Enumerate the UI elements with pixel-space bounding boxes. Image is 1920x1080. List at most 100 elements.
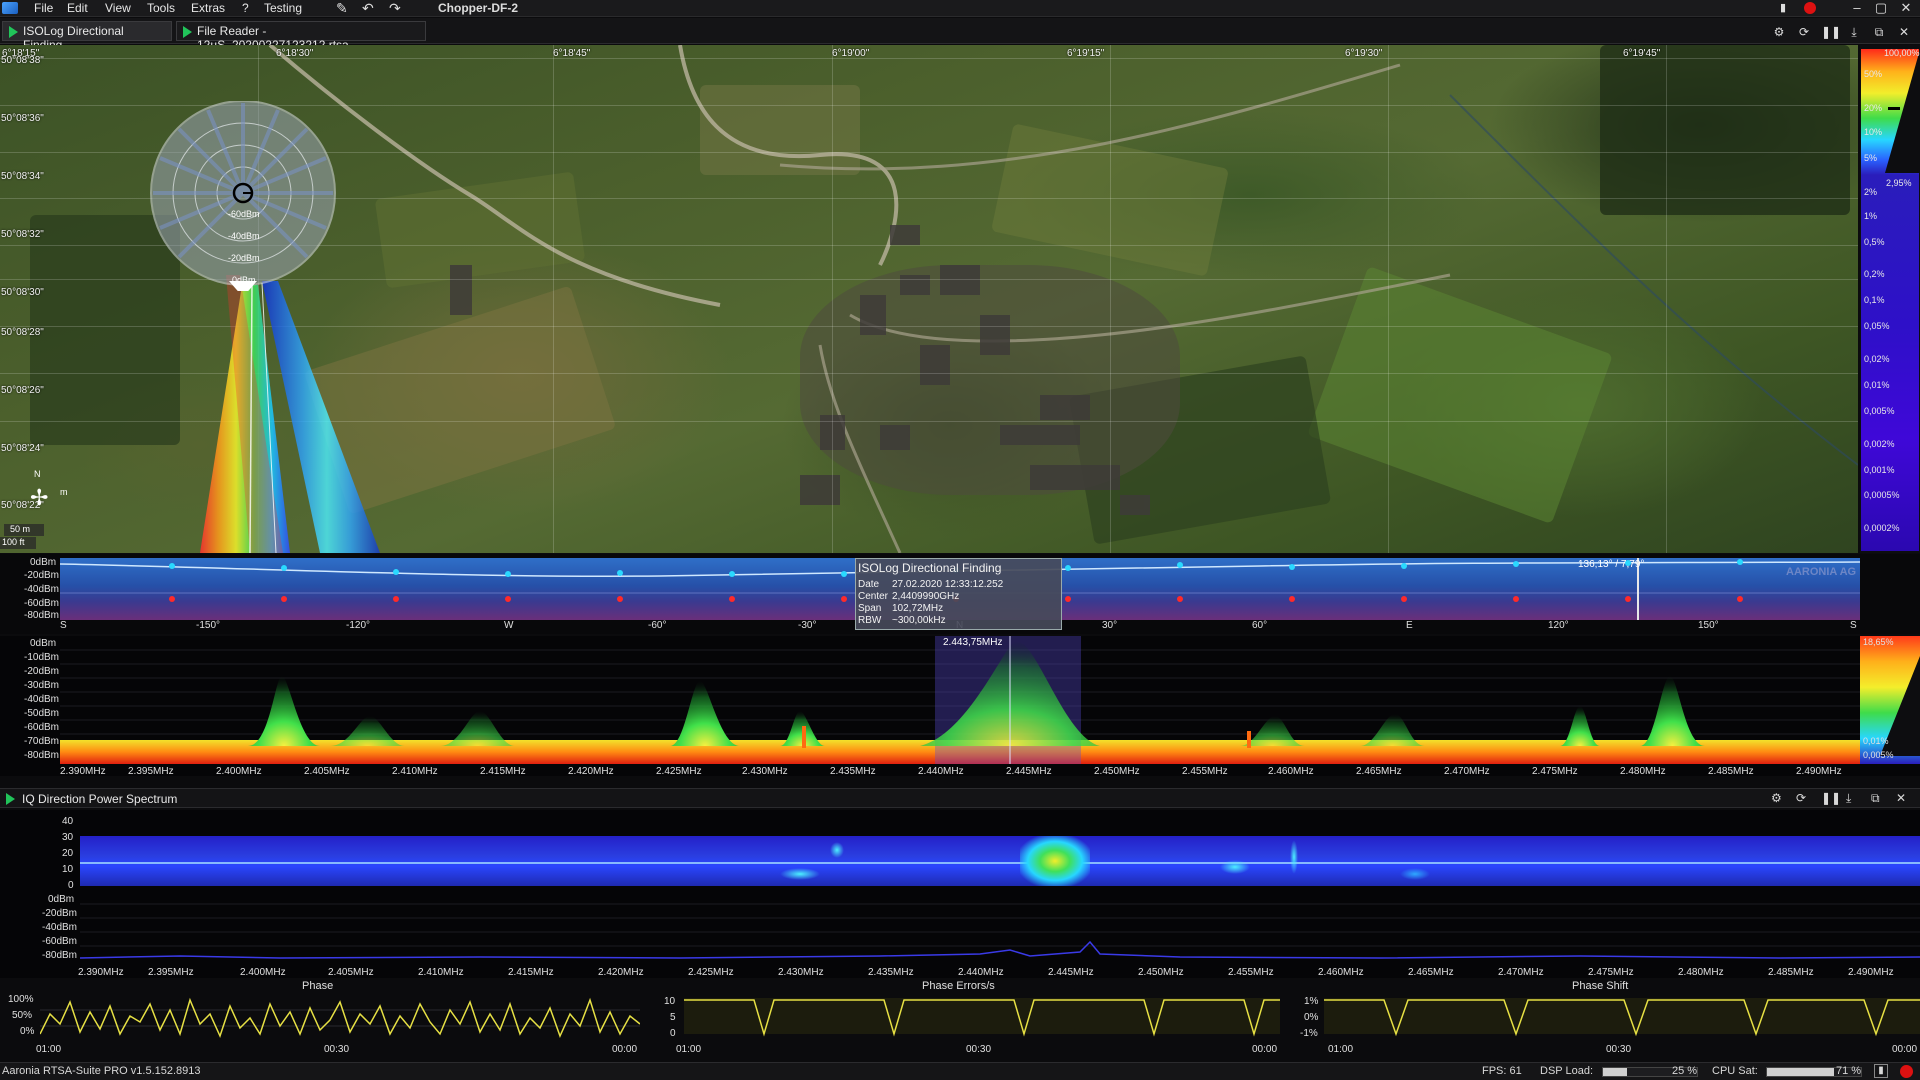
x-label: 2.460MHz xyxy=(1268,766,1314,777)
x-label: 2.435MHz xyxy=(868,967,914,978)
scale-label: 0,02% xyxy=(1864,354,1890,364)
x-label: 2.435MHz xyxy=(830,766,876,777)
app-logo-icon[interactable] xyxy=(2,2,18,14)
refresh-icon[interactable]: ⟳ xyxy=(1796,25,1812,39)
x-label: 2.450MHz xyxy=(1138,967,1184,978)
menu-edit[interactable]: Edit xyxy=(67,1,88,15)
y-label: 1% xyxy=(1304,996,1319,1007)
scale-label: 5% xyxy=(1864,153,1878,163)
block-tab-row: ISOLog Directional Finding File Reader -… xyxy=(0,18,1920,52)
phase-chart[interactable]: Phase 100% 50% 0% 01:00 00:30 00:00 xyxy=(0,980,640,1060)
x-label: 2.405MHz xyxy=(304,766,350,777)
x-label: 2.390MHz xyxy=(60,766,106,777)
phase-errors-chart[interactable]: Phase Errors/s 10 5 0 01:00 00:30 00:00 xyxy=(640,980,1280,1060)
x-label: 2.400MHz xyxy=(240,967,286,978)
x-label: 00:00 xyxy=(1892,1044,1918,1055)
x-label: 2.480MHz xyxy=(1620,766,1666,777)
play-icon[interactable] xyxy=(9,26,18,38)
tooltip-value: 2,4409990GHz xyxy=(892,591,960,602)
x-label: 2.490MHz xyxy=(1848,967,1894,978)
pause-icon[interactable]: ❚❚ xyxy=(1821,25,1841,39)
scale-label: 2,95% xyxy=(1886,178,1912,188)
scale-bar-ft: 100 ft xyxy=(0,537,36,549)
polar-ring-label: -60dBm xyxy=(228,209,260,219)
play-icon[interactable] xyxy=(6,793,15,805)
redo-icon[interactable]: ↷ xyxy=(389,0,401,17)
y-label: 10 xyxy=(664,996,676,1007)
x-label: 2.485MHz xyxy=(1708,766,1754,777)
menu-testing[interactable]: Testing xyxy=(264,1,302,15)
scale-label: 0,005% xyxy=(1864,406,1895,416)
detach-icon[interactable]: ⧉ xyxy=(1871,25,1887,39)
settings-icon[interactable]: ⚙ xyxy=(1771,25,1787,39)
settings-icon[interactable]: ⚙ xyxy=(1771,791,1782,805)
pause-icon[interactable]: ❚❚ xyxy=(1821,791,1841,805)
cpu-sat-value: 71 % xyxy=(1836,1065,1862,1077)
download-icon[interactable]: ⤓ xyxy=(1846,25,1862,39)
pencil-icon[interactable]: ✎ xyxy=(336,0,348,17)
scale-bar-m: 50 m xyxy=(10,524,31,534)
tooltip-key: RBW xyxy=(858,615,882,626)
phase-shift-chart[interactable]: Phase Shift 1% 0% -1% 01:00 00:30 00:00 xyxy=(1280,980,1920,1060)
refresh-icon[interactable]: ⟳ xyxy=(1796,791,1806,805)
close-panel-icon[interactable]: ✕ xyxy=(1896,791,1906,805)
dsp-load-label: DSP Load: xyxy=(1540,1065,1594,1077)
y-label: 50% xyxy=(12,1010,33,1021)
x-label: 60° xyxy=(1252,620,1268,631)
x-label: 2.470MHz xyxy=(1498,967,1544,978)
x-label: 30° xyxy=(1102,620,1118,631)
spectrum-display[interactable]: 2.443,75MHz 0dBm -10dBm -20dBm -30dBm -4… xyxy=(0,636,1920,776)
scale-bar-ft-label: 100 ft xyxy=(2,537,25,547)
x-label: -60° xyxy=(648,620,667,631)
scale-label: 0,002% xyxy=(1864,439,1895,449)
tooltip-title: ISOLog Directional Finding xyxy=(858,561,1002,575)
y-label: -80dBm xyxy=(24,750,60,761)
undo-icon[interactable]: ↶ xyxy=(362,0,374,17)
x-label: 00:30 xyxy=(324,1044,350,1055)
record-icon[interactable] xyxy=(1801,0,1819,16)
polar-ring-label: 0dBm xyxy=(232,275,256,285)
menu-view[interactable]: View xyxy=(105,1,131,15)
play-icon[interactable] xyxy=(183,26,192,38)
y-label: 0dBm xyxy=(30,557,57,568)
x-label: 01:00 xyxy=(1328,1044,1354,1055)
info-icon[interactable]: ▮ xyxy=(1774,0,1792,16)
close-panel-icon[interactable]: ✕ xyxy=(1896,25,1912,39)
phase-trace xyxy=(40,997,640,1039)
x-label: 2.475MHz xyxy=(1588,967,1634,978)
download-icon[interactable]: ⤓ xyxy=(1846,791,1851,806)
tab-file-reader[interactable]: File Reader - 12µS_20200227123212.rtsa xyxy=(176,21,426,52)
maximize-icon[interactable]: ▢ xyxy=(1872,0,1890,16)
x-label: 2.465MHz xyxy=(1408,967,1454,978)
detach-icon[interactable]: ⧉ xyxy=(1871,791,1880,806)
lon-label: 6°19'00" xyxy=(832,48,870,59)
menu-help[interactable]: ? xyxy=(242,1,249,15)
y-label: -20dBm xyxy=(24,666,60,677)
minimize-icon[interactable]: – xyxy=(1848,0,1866,16)
y-label: 20 xyxy=(62,848,74,859)
close-icon[interactable]: ✕ xyxy=(1897,0,1915,16)
menu-extras[interactable]: Extras xyxy=(191,1,225,15)
x-label: 2.490MHz xyxy=(1796,766,1842,777)
polar-ring-label: -20dBm xyxy=(228,253,260,263)
compass-n: N xyxy=(34,469,41,479)
menu-tools[interactable]: Tools xyxy=(147,1,175,15)
dsp-load-fill xyxy=(1603,1068,1627,1076)
satellite-map[interactable]: 6°18'15" 6°18'30" 6°18'45" 6°19'00" 6°19… xyxy=(0,45,1858,553)
x-label: 01:00 xyxy=(36,1044,62,1055)
info-icon[interactable]: ▮ xyxy=(1874,1064,1888,1078)
y-label: -30dBm xyxy=(24,680,60,691)
tab-isolog-df[interactable]: ISOLog Directional Finding xyxy=(2,21,172,52)
x-label: W xyxy=(504,620,514,631)
y-label: 0% xyxy=(20,1026,35,1037)
iq-panel[interactable]: 40 30 20 10 0 0dBm -20dBm -40dBm -60dBm … xyxy=(0,810,1920,978)
x-label: 2.425MHz xyxy=(688,967,734,978)
status-indicator-icon[interactable] xyxy=(1900,1065,1913,1078)
y-label: 40 xyxy=(62,816,74,827)
chart-title: Phase Shift xyxy=(1572,980,1629,992)
x-label: 120° xyxy=(1548,620,1569,631)
scale-label: 0,2% xyxy=(1864,269,1885,279)
menu-file[interactable]: File xyxy=(34,1,53,15)
cpu-sat-fill xyxy=(1767,1068,1834,1076)
y-label: -70dBm xyxy=(24,736,60,747)
